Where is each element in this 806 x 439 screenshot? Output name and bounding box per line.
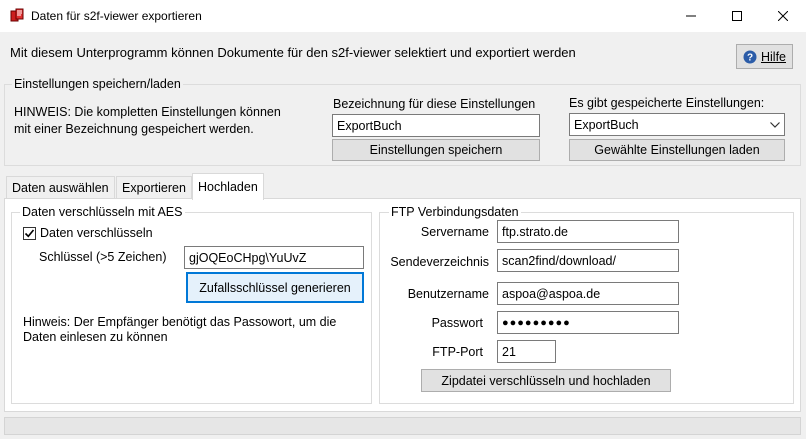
saved-settings-value: ExportBuch	[574, 117, 639, 132]
settings-hint-line1: HINWEIS: Die kompletten Einstellungen kö…	[14, 105, 281, 119]
tab-exportieren[interactable]: Exportieren	[116, 176, 192, 199]
username-input[interactable]: aspoa@aspoa.de	[497, 282, 679, 305]
encrypt-group	[11, 212, 372, 404]
save-settings-button[interactable]: Einstellungen speichern	[332, 139, 540, 161]
key-label: Schlüssel (>5 Zeichen)	[39, 250, 167, 264]
tab-daten-auswaehlen[interactable]: Daten auswählen	[6, 176, 115, 199]
upload-button[interactable]: Zipdatei verschlüsseln und hochladen	[421, 369, 671, 392]
encrypt-hint-line2: Daten einlesen zu können	[23, 330, 168, 344]
settings-name-label: Bezeichnung für diese Einstellungen	[333, 97, 536, 111]
directory-label: Sendeverzeichnis	[390, 255, 489, 269]
minimize-button[interactable]	[668, 0, 714, 32]
close-button[interactable]	[760, 0, 806, 32]
settings-hint-line2: mit einer Bezeichnung gespeichert werden…	[14, 122, 254, 136]
password-input[interactable]: ●●●●●●●●●	[497, 311, 679, 334]
encrypt-checkbox[interactable]	[23, 227, 36, 240]
minimize-icon	[686, 15, 696, 17]
settings-name-input[interactable]: ExportBuch	[332, 114, 540, 137]
encrypt-hint-line1: Hinweis: Der Empfänger benötigt das Pass…	[23, 315, 337, 329]
settings-group-title: Einstellungen speichern/laden	[12, 77, 183, 91]
help-button[interactable]: ? Hilfe	[736, 44, 793, 69]
encrypt-group-title: Daten verschlüsseln mit AES	[20, 205, 185, 219]
load-settings-button[interactable]: Gewählte Einstellungen laden	[569, 139, 785, 161]
port-input[interactable]: 21	[497, 340, 556, 363]
app-icon	[9, 7, 25, 23]
saved-settings-dropdown[interactable]: ExportBuch	[569, 113, 785, 136]
close-icon	[778, 11, 788, 21]
help-icon: ?	[743, 50, 757, 64]
port-label: FTP-Port	[432, 345, 483, 359]
password-label: Passwort	[431, 316, 483, 330]
server-input[interactable]: ftp.strato.de	[497, 220, 679, 243]
checkmark-icon	[24, 229, 35, 238]
username-label: Benutzername	[407, 287, 489, 301]
tab-hochladen[interactable]: Hochladen	[192, 173, 264, 200]
window-title: Daten für s2f-viewer exportieren	[31, 9, 202, 23]
encrypt-checkbox-label[interactable]: Daten verschlüsseln	[40, 226, 153, 240]
maximize-button[interactable]	[714, 0, 760, 32]
svg-text:?: ?	[747, 52, 753, 63]
status-bar	[4, 417, 801, 435]
server-label: Servername	[420, 225, 489, 239]
saved-settings-label: Es gibt gespeicherte Einstellungen:	[569, 96, 765, 110]
generate-key-button[interactable]: Zufallsschlüssel generieren	[186, 272, 364, 303]
intro-text: Mit diesem Unterprogramm können Dokument…	[10, 45, 576, 60]
directory-input[interactable]: scan2find/download/	[497, 249, 679, 272]
help-label: Hilfe	[760, 49, 786, 64]
chevron-down-icon	[770, 121, 780, 128]
key-input[interactable]: gjOQEoCHpg\YuUvZ	[184, 246, 364, 269]
maximize-icon	[732, 11, 742, 21]
ftp-group-title: FTP Verbindungsdaten	[389, 205, 521, 219]
